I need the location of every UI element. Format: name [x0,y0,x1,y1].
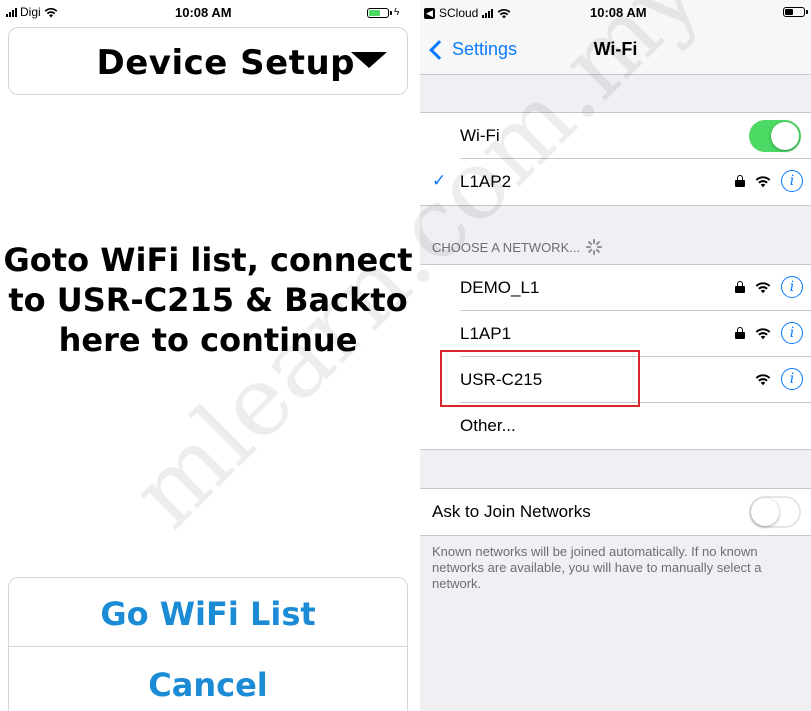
battery-icon: ϟ [367,7,399,18]
info-icon[interactable]: i [781,368,803,390]
lock-icon [735,175,745,187]
go-wifi-list-button[interactable]: Go WiFi List [8,577,408,647]
info-icon[interactable]: i [781,276,803,298]
network-icons: i [735,170,803,192]
wifi-icon [755,175,771,187]
wifi-toggle-row: Wi-Fi [420,113,811,159]
network-name: L1AP2 [460,172,512,191]
cancel-button[interactable]: Cancel [8,646,408,711]
signal-bars-icon [482,8,494,18]
ask-to-join-toggle[interactable] [749,496,801,528]
known-networks-footnote: Known networks will be joined automatica… [432,544,762,591]
battery-icon [783,7,808,17]
device-setup-header[interactable]: Device Setup [8,27,408,95]
loading-spinner-icon [586,239,603,255]
wifi-group: Wi-Fi ✓ L1AP2 i [420,112,811,206]
highlight-box [440,350,640,407]
network-name: L1AP1 [460,324,512,343]
instruction-line: Goto WiFi list, connect [3,241,413,279]
carrier-group: Digi [6,5,58,19]
network-row-other[interactable]: Other... [420,403,811,449]
ask-to-join-label: Ask to Join Networks [432,502,591,521]
connected-network-row[interactable]: ✓ L1AP2 i [420,159,811,205]
info-icon[interactable]: i [781,170,803,192]
wifi-icon [755,373,771,385]
triangle-down-icon[interactable] [351,52,387,68]
status-bar: ◀ SCloud 10:08 AM [420,0,811,24]
status-time: 10:08 AM [175,5,232,20]
network-icons: i [735,322,803,344]
page-title: Device Setup [96,43,355,83]
signal-bars-icon [6,7,17,17]
status-time: 10:08 AM [590,5,647,20]
wifi-toggle[interactable] [749,120,801,152]
ask-to-join-row: Ask to Join Networks [420,489,811,535]
network-name: DEMO_L1 [460,278,540,297]
network-row-demo-l1[interactable]: DEMO_L1 i [420,265,811,311]
instruction-line: here to continue [58,321,358,359]
back-arrow-icon[interactable]: ◀ [424,7,435,19]
checkmark-icon: ✓ [432,171,447,190]
instruction-line: to USR-C215 & Backto [8,281,408,319]
info-icon[interactable]: i [781,322,803,344]
wifi-icon [755,281,771,293]
navigation-bar: Settings Wi-Fi [420,24,811,75]
section-header-text: CHOOSE A NETWORK... [432,239,581,255]
other-network-label: Other... [460,416,516,435]
wifi-icon [755,327,771,339]
network-icons: i [735,276,803,298]
status-bar: Digi 10:08 AM ϟ [0,0,416,24]
carrier-group: ◀ SCloud [424,6,511,20]
choose-network-header: CHOOSE A NETWORK... [432,239,603,255]
lock-icon [735,281,745,293]
wifi-label: Wi-Fi [460,126,500,145]
wifi-settings-screen: ◀ SCloud 10:08 AM Settings Wi-Fi Wi-Fi ✓… [420,0,811,711]
lock-icon [735,327,745,339]
carrier-name: SCloud [439,6,479,20]
wifi-icon [44,7,58,17]
device-setup-screen: Digi 10:08 AM ϟ Device Setup Goto WiFi l… [0,0,416,711]
carrier-name: Digi [20,5,41,19]
wifi-icon [497,8,511,18]
page-title: Wi-Fi [593,39,638,59]
network-icons: i [755,368,803,390]
instruction-text: Goto WiFi list, connect to USR-C215 & Ba… [0,240,416,360]
ask-to-join-group: Ask to Join Networks [420,488,811,536]
